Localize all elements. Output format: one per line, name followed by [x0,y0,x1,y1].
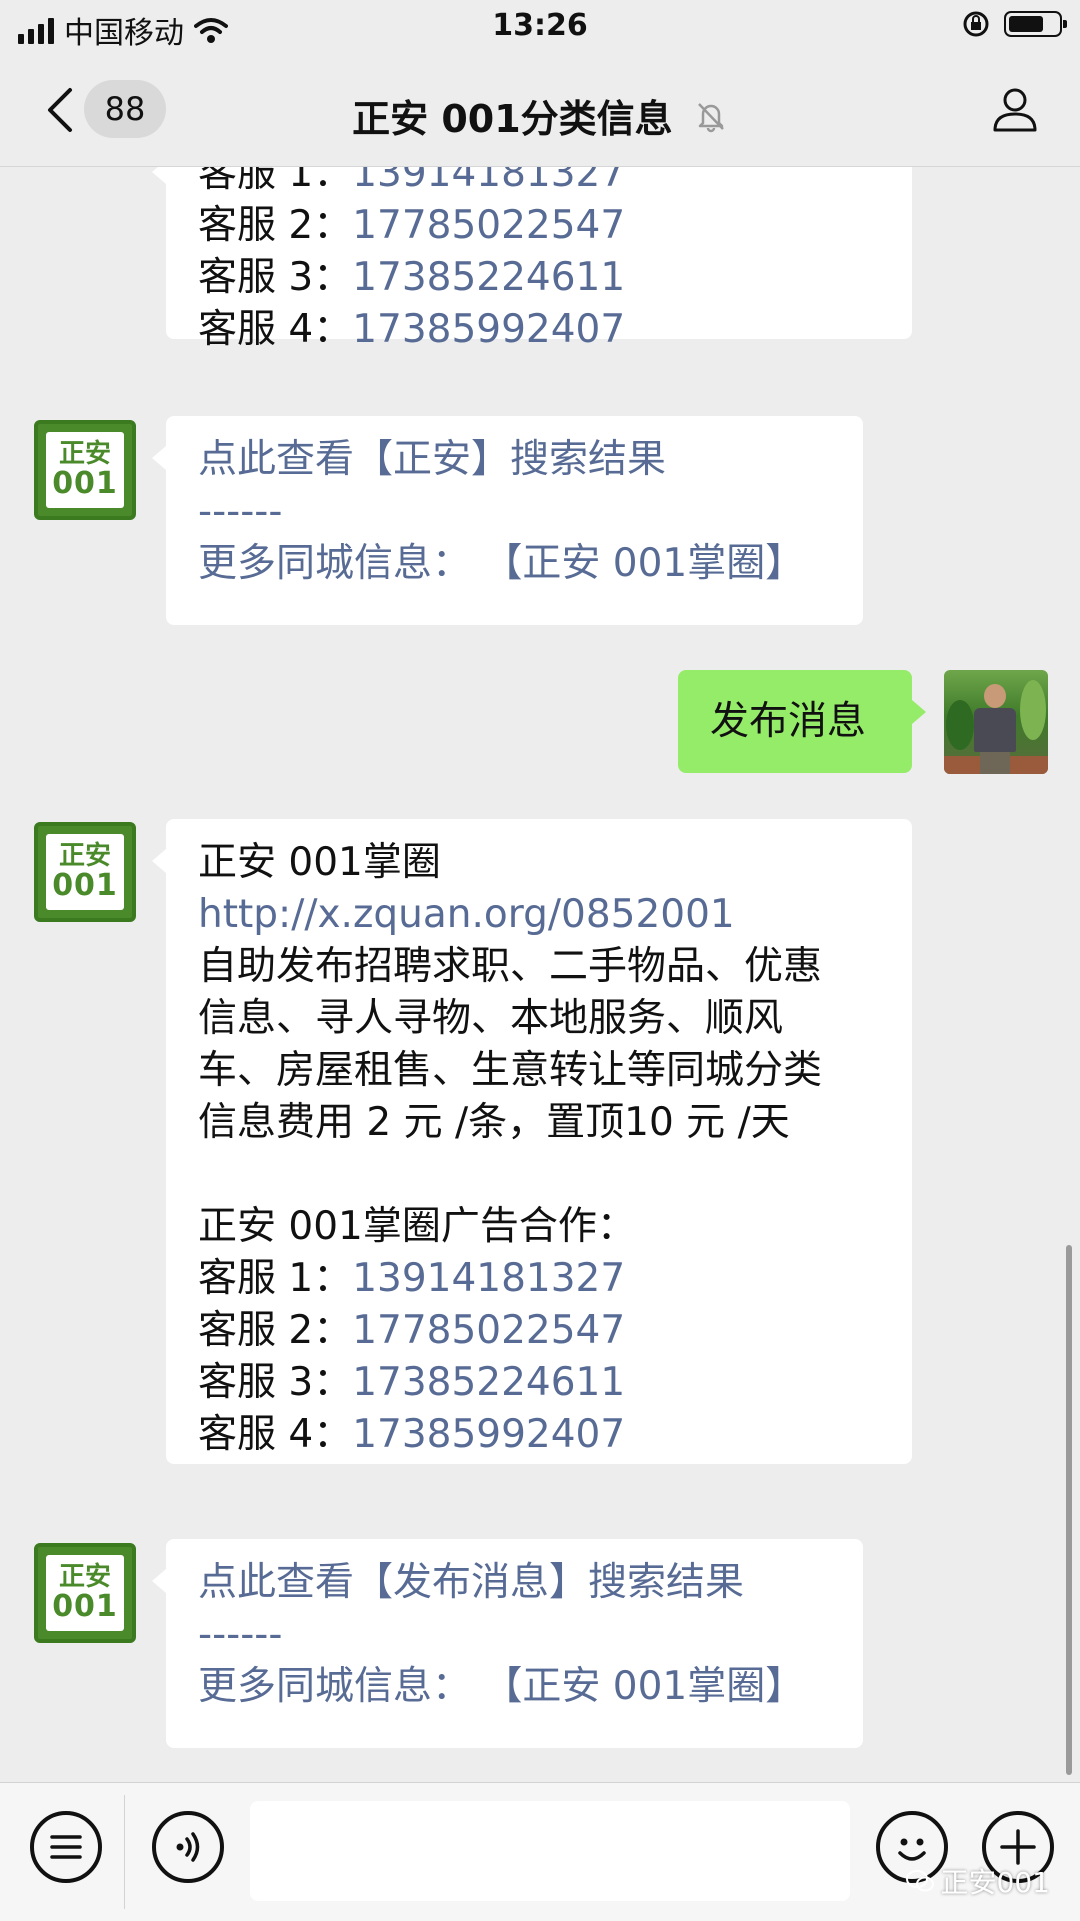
contact-label: 客服 1： [198,167,353,196]
message-input[interactable] [250,1801,850,1901]
phone-link[interactable]: 13914181327 [352,1256,625,1301]
self-message-text: 发布消息 [710,699,867,744]
body-line: 车、房屋租售、生意转让等同城分类 [198,1048,823,1093]
chat-scrollbar[interactable] [1066,1245,1072,1775]
sender-avatar[interactable]: 正安 001 [34,1543,136,1643]
search-result-link[interactable]: 点此查看【发布消息】搜索结果 [198,1557,831,1609]
info-title: 正安 001掌圈 [198,840,441,885]
logo-text: 正安 [58,1561,111,1592]
phone-link[interactable]: 17785022547 [352,203,625,248]
logo-number: 001 [52,1588,118,1624]
input-bar: 正安001 [0,1782,1080,1921]
contact-line: 客服 2：17785022547 [198,1305,880,1357]
body-line: 信息、寻人寻物、本地服务、顺风 [198,996,784,1041]
divider-text: ------ [198,489,283,534]
more-info-link[interactable]: 更多同城信息： 【正安 001掌圈】 [198,1661,831,1713]
contact-line: 客服 1：13914181327 [198,1253,880,1305]
logo-text: 正安 [58,438,111,469]
phone-link[interactable]: 17385992407 [352,1412,625,1457]
body-line: 信息费用 2 元 /条，置顶10 元 /天 [198,1100,790,1145]
battery-icon [1004,11,1067,37]
logo-text: 正安 [58,840,111,871]
phone-link[interactable]: 17385224611 [352,255,625,300]
contact-label: 客服 3： [198,1360,353,1405]
sender-avatar[interactable]: 正安 001 [34,822,136,922]
logo-number: 001 [52,867,118,903]
message-search-result: 点此查看【发布消息】搜索结果 ------ 更多同城信息： 【正安 001掌圈】 [152,1539,863,1748]
message-info: 正安 001掌圈 http://x.zquan.org/0852001 自助发布… [152,819,912,1464]
contact-label: 客服 4： [198,1412,353,1457]
logo-number: 001 [52,465,118,501]
contact-label: 客服 2： [198,1308,353,1353]
chat-area[interactable]: 客服 1：13914181327 客服 2：17785022547 客服 3：1… [0,167,1080,1781]
watermark-text: 正安001 [940,1866,1050,1899]
contact-line: 客服 3：17385224611 [198,252,880,304]
message-contacts: 客服 1：13914181327 客服 2：17785022547 客服 3：1… [152,167,912,352]
phone-link[interactable]: 13914181327 [352,167,625,196]
contact-line: 客服 3：17385224611 [198,1357,880,1409]
phone-link[interactable]: 17385992407 [352,307,625,352]
contact-line: 客服 1：13914181327 [198,167,880,200]
contact-line: 客服 4：17385992407 [198,304,880,356]
contact-label: 客服 4： [198,307,353,352]
contact-label: 客服 1： [198,1256,353,1301]
chat-title: 正安 001分类信息 [0,88,1080,143]
user-avatar[interactable] [944,670,1048,774]
watermark: 正安001 [905,1861,1050,1901]
message-search-result: 点此查看【正安】搜索结果 ------ 更多同城信息： 【正安 001掌圈】 [152,416,863,625]
person-icon[interactable] [990,84,1040,134]
status-right [962,10,1067,38]
body-line: 自助发布招聘求职、二手物品、优惠 [198,944,823,989]
contact-label: 客服 2： [198,203,353,248]
voice-icon[interactable] [152,1811,224,1883]
chat-title-text: 正安 001分类信息 [352,97,673,141]
status-time: 13:26 [492,8,588,43]
contact-label: 客服 3： [198,255,353,300]
toolbar-divider [124,1795,125,1909]
phone-link[interactable]: 17385224611 [352,1360,625,1405]
status-bar: 中国移动 13:26 [0,0,1080,54]
search-result-link[interactable]: 点此查看【正安】搜索结果 [198,434,831,486]
wechat-icon [905,1870,934,1892]
mute-bell-icon [697,102,724,132]
more-info-link[interactable]: 更多同城信息： 【正安 001掌圈】 [198,538,831,590]
menu-icon[interactable] [30,1811,102,1883]
phone-link[interactable]: 17785022547 [352,1308,625,1353]
sender-avatar[interactable]: 正安 001 [34,420,136,520]
ad-title: 正安 001掌圈广告合作： [198,1204,636,1249]
contact-line: 客服 2：17785022547 [198,200,880,252]
message-self: 发布消息 [678,670,926,773]
divider-text: ------ [198,1612,283,1657]
nav-bar: 88 正安 001分类信息 [0,54,1080,167]
contact-line: 客服 4：17385992407 [198,1409,880,1461]
url-link[interactable]: http://x.zquan.org/0852001 [198,889,880,941]
rotation-lock-icon [963,11,989,37]
